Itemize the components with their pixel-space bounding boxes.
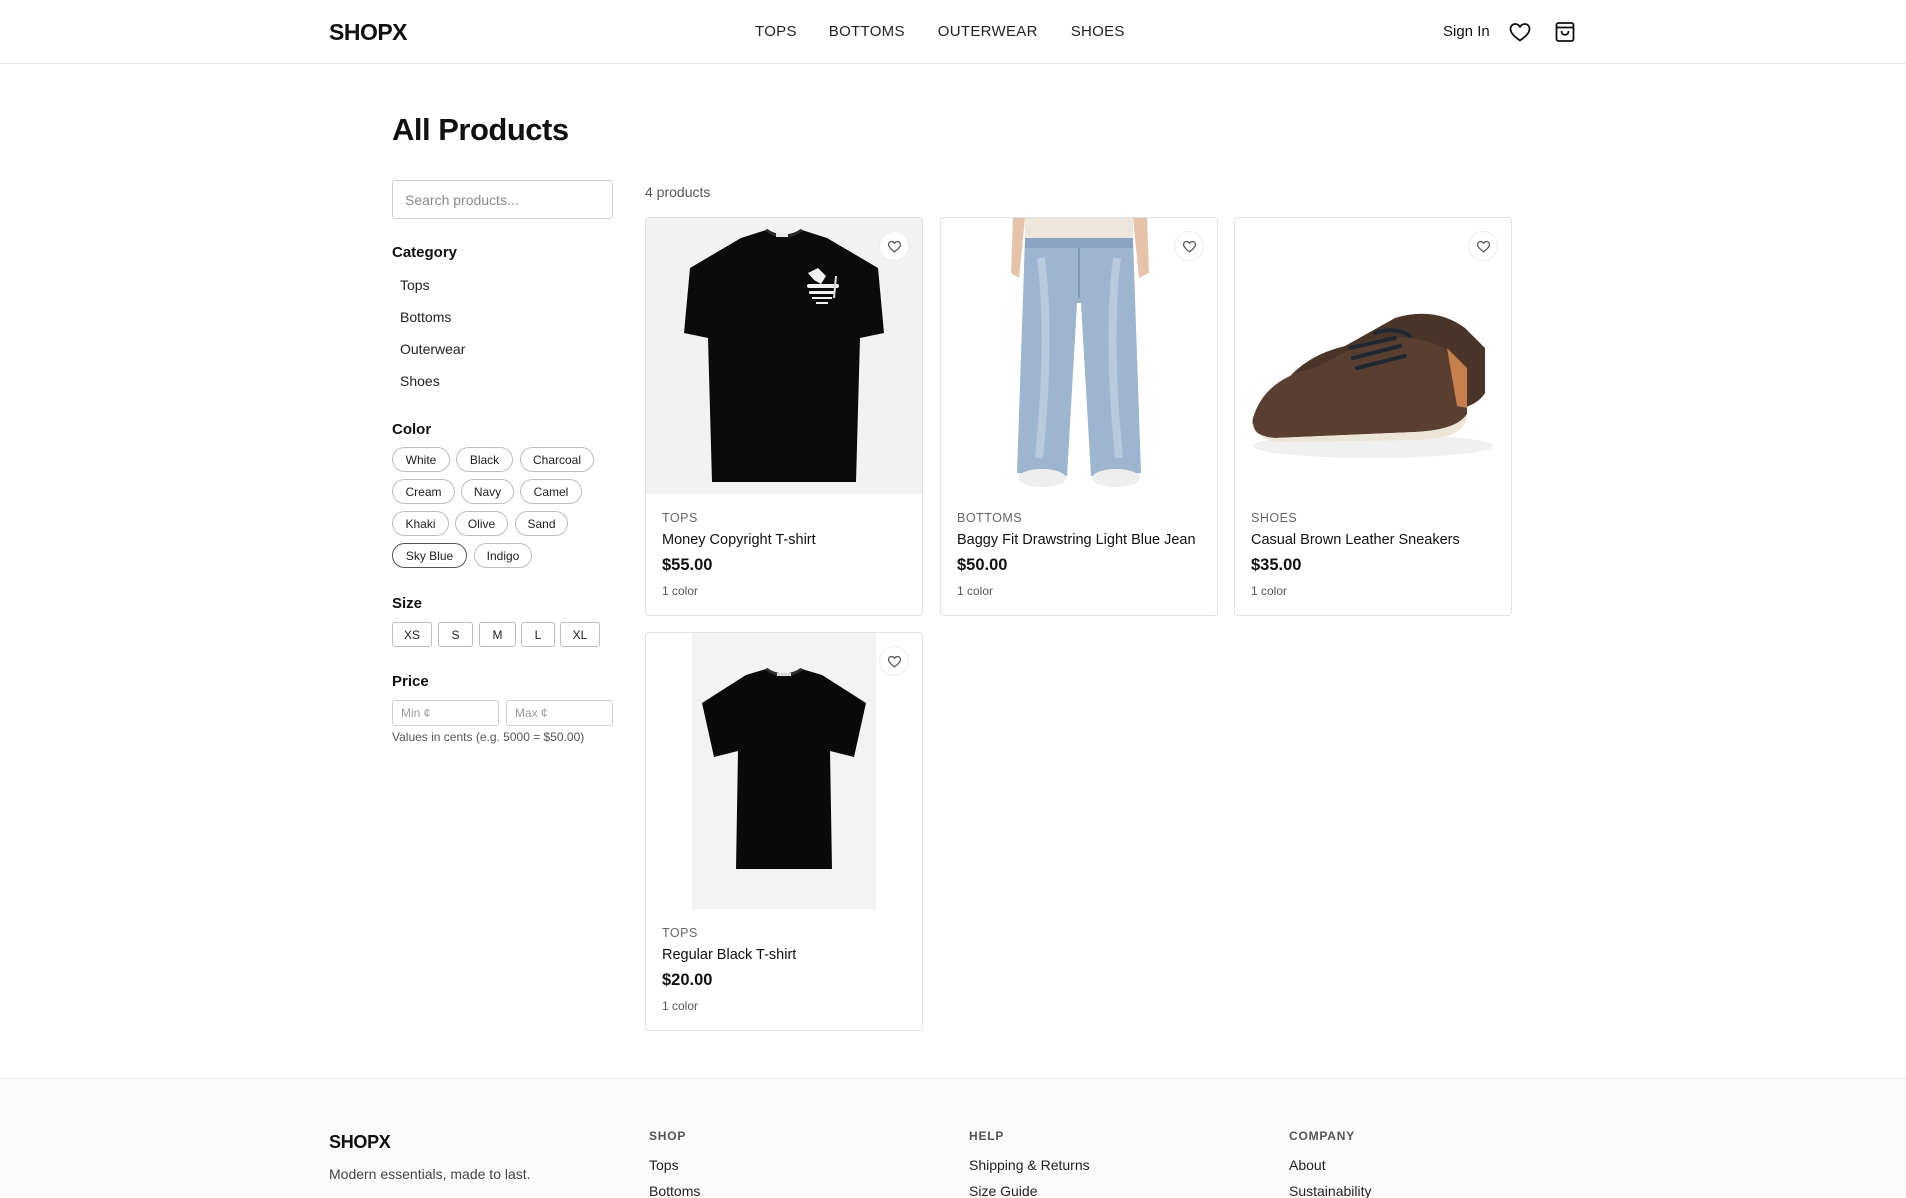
category-shoes[interactable]: Shoes xyxy=(400,373,440,389)
color-chip-white[interactable]: White xyxy=(392,447,450,472)
favorite-button[interactable] xyxy=(1468,231,1498,261)
shopping-bag-icon[interactable] xyxy=(1553,20,1577,44)
color-chip-charcoal[interactable]: Charcoal xyxy=(520,447,594,472)
size-xl-button[interactable]: XL xyxy=(560,622,600,647)
main-nav: TOPS BOTTOMS OUTERWEAR SHOES xyxy=(755,23,1125,40)
page-title: All Products xyxy=(392,112,569,147)
footer-heading-shop: SHOP xyxy=(649,1129,687,1143)
product-image-light-blue-baggy-jeans xyxy=(941,218,1217,494)
footer-tagline: Modern essentials, made to last. xyxy=(329,1166,531,1182)
product-price: $35.00 xyxy=(1251,556,1302,574)
product-card[interactable]: SHOES Casual Brown Leather Sneakers $35.… xyxy=(1234,217,1512,616)
product-image-brown-leather-sneakers xyxy=(1235,218,1511,494)
footer-link-shipping-returns[interactable]: Shipping & Returns xyxy=(969,1157,1090,1173)
product-price: $55.00 xyxy=(662,556,713,574)
product-color-count: 1 color xyxy=(1251,584,1288,598)
product-name[interactable]: Money Copyright T-shirt xyxy=(662,532,816,548)
sign-in-link[interactable]: Sign In xyxy=(1443,23,1490,40)
favorite-button[interactable] xyxy=(879,646,909,676)
nav-tops[interactable]: TOPS xyxy=(755,23,797,40)
footer-heading-company: COMPANY xyxy=(1289,1129,1356,1143)
nav-shoes[interactable]: SHOES xyxy=(1071,23,1125,40)
category-heading: Category xyxy=(392,244,458,261)
product-card[interactable]: TOPS Regular Black T-shirt $20.00 1 colo… xyxy=(645,632,923,1031)
footer-link-bottoms[interactable]: Bottoms xyxy=(649,1183,700,1198)
product-color-count: 1 color xyxy=(957,584,994,598)
heart-icon[interactable] xyxy=(1508,20,1532,44)
product-category: TOPS xyxy=(662,511,698,525)
size-s-button[interactable]: S xyxy=(438,622,473,647)
product-price: $20.00 xyxy=(662,971,713,989)
nav-outerwear[interactable]: OUTERWEAR xyxy=(938,23,1038,40)
footer-link-about[interactable]: About xyxy=(1289,1157,1326,1173)
color-chip-cream[interactable]: Cream xyxy=(392,479,455,504)
product-color-count: 1 color xyxy=(662,999,699,1013)
site-footer xyxy=(0,1078,1906,1198)
size-heading: Size xyxy=(392,595,423,612)
site-header: SHOPX TOPS BOTTOMS OUTERWEAR SHOES Sign … xyxy=(0,0,1906,64)
color-chip-sand[interactable]: Sand xyxy=(515,511,568,536)
color-chip-olive[interactable]: Olive xyxy=(455,511,508,536)
product-image-plain-black-tshirt xyxy=(646,633,922,909)
footer-logo[interactable]: SHOPX xyxy=(329,1132,391,1153)
product-category: SHOES xyxy=(1251,511,1298,525)
size-m-button[interactable]: M xyxy=(479,622,516,647)
footer-link-sustainability[interactable]: Sustainability xyxy=(1289,1183,1372,1198)
nav-bottoms[interactable]: BOTTOMS xyxy=(829,23,905,40)
product-category: TOPS xyxy=(662,926,698,940)
color-chip-sky-blue[interactable]: Sky Blue xyxy=(392,543,467,568)
product-name[interactable]: Regular Black T-shirt xyxy=(662,947,796,963)
product-name[interactable]: Casual Brown Leather Sneakers xyxy=(1251,532,1460,548)
heart-icon xyxy=(1476,240,1490,252)
footer-link-tops[interactable]: Tops xyxy=(649,1157,679,1173)
size-xs-button[interactable]: XS xyxy=(392,622,432,647)
price-min-input[interactable] xyxy=(392,700,499,726)
price-heading: Price xyxy=(392,673,429,690)
heart-icon xyxy=(1182,240,1196,252)
color-chip-black[interactable]: Black xyxy=(456,447,513,472)
favorite-button[interactable] xyxy=(879,231,909,261)
search-input[interactable] xyxy=(392,180,613,219)
product-price: $50.00 xyxy=(957,556,1008,574)
favorite-button[interactable] xyxy=(1174,231,1204,261)
product-image-black-graphic-tshirt xyxy=(646,218,922,494)
color-heading: Color xyxy=(392,421,432,438)
size-l-button[interactable]: L xyxy=(521,622,555,647)
product-card[interactable]: TOPS Money Copyright T-shirt $55.00 1 co… xyxy=(645,217,923,616)
color-chip-khaki[interactable]: Khaki xyxy=(392,511,449,536)
color-chip-indigo[interactable]: Indigo xyxy=(474,543,532,568)
category-outerwear[interactable]: Outerwear xyxy=(400,341,465,357)
site-logo[interactable]: SHOPX xyxy=(329,19,408,46)
price-max-input[interactable] xyxy=(506,700,613,726)
product-card[interactable]: BOTTOMS Baggy Fit Drawstring Light Blue … xyxy=(940,217,1218,616)
product-category: BOTTOMS xyxy=(957,511,1023,525)
product-name[interactable]: Baggy Fit Drawstring Light Blue Jean xyxy=(957,532,1196,548)
footer-heading-help: HELP xyxy=(969,1129,1005,1143)
product-count: 4 products xyxy=(645,184,711,200)
category-tops[interactable]: Tops xyxy=(400,277,430,293)
heart-icon xyxy=(887,240,901,252)
color-chip-camel[interactable]: Camel xyxy=(520,479,582,504)
heart-icon xyxy=(887,655,901,667)
price-note: Values in cents (e.g. 5000 = $50.00) xyxy=(392,730,585,744)
category-bottoms[interactable]: Bottoms xyxy=(400,309,451,325)
footer-link-size-guide[interactable]: Size Guide xyxy=(969,1183,1037,1198)
product-color-count: 1 color xyxy=(662,584,699,598)
color-chip-navy[interactable]: Navy xyxy=(461,479,514,504)
